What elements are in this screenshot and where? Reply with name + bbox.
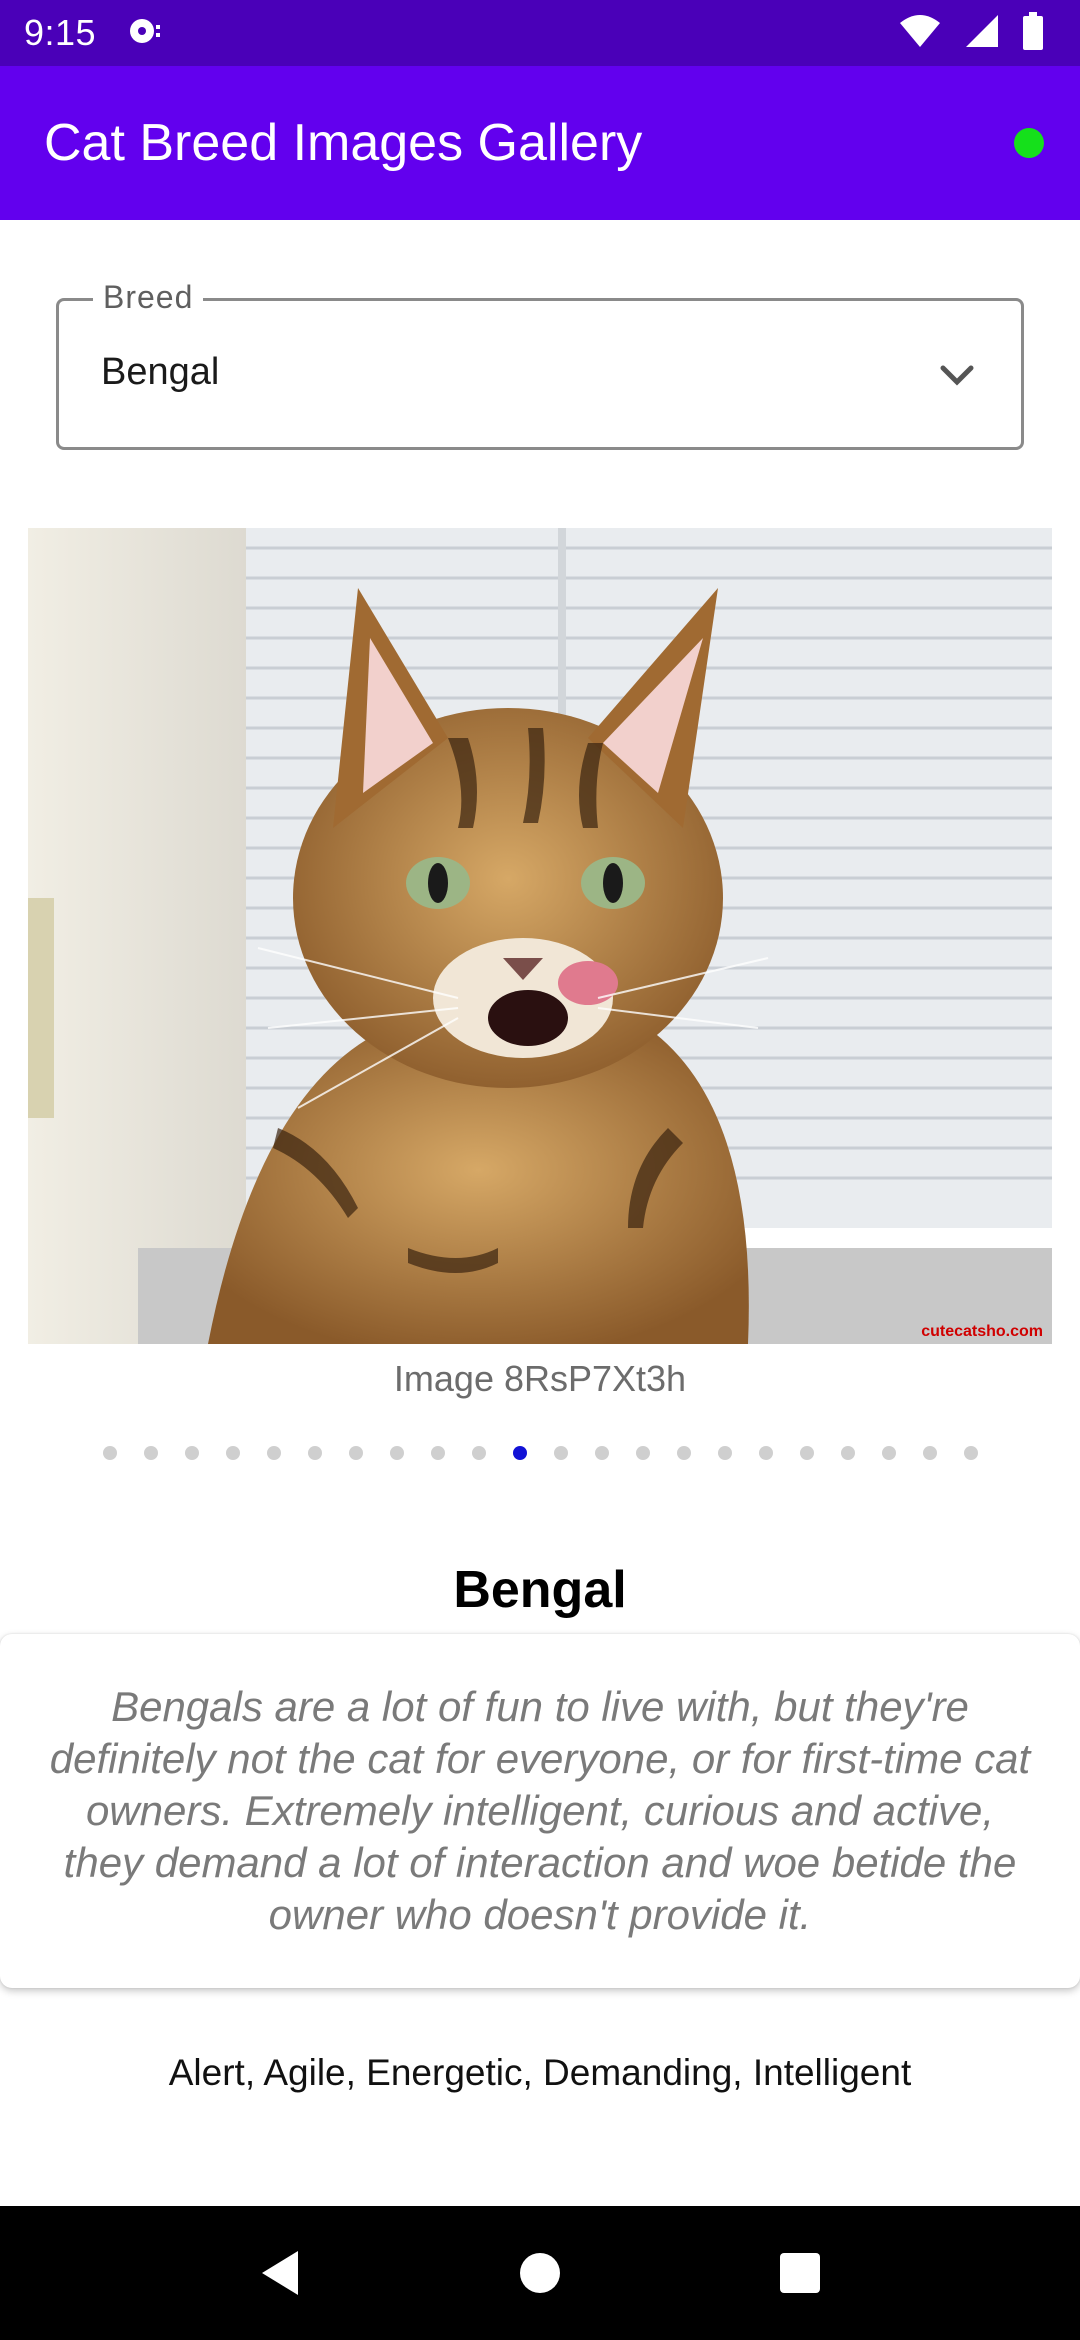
status-time: 9:15 [24, 12, 97, 53]
breed-dropdown[interactable]: Breed Bengal [56, 279, 1024, 450]
wifi-icon [898, 13, 942, 54]
breed-description: Bengals are a lot of fun to live with, b… [49, 1683, 1031, 1938]
pager-dot[interactable] [676, 1446, 691, 1460]
chevron-down-icon[interactable] [935, 353, 979, 397]
pager-dot[interactable] [389, 1446, 404, 1460]
status-bar: 9:15 [0, 0, 1080, 66]
cat-image[interactable]: cutecatsho.com [28, 528, 1052, 1344]
media-icon [124, 11, 164, 56]
system-nav-bar [0, 2206, 1080, 2340]
image-caption: Image 8RsP7Xt3h [393, 1358, 687, 1399]
image-pager[interactable] [0, 1446, 1080, 1460]
recents-icon[interactable] [760, 2233, 840, 2313]
breed-label: Breed [93, 279, 204, 316]
connection-status-indicator [1014, 128, 1044, 158]
pager-dot[interactable] [963, 1446, 978, 1460]
screen: 9:15 Cat Breed Images Gallery Breed Beng… [0, 0, 1080, 2340]
pager-dot[interactable] [799, 1446, 814, 1460]
pager-dot[interactable] [840, 1446, 855, 1460]
pager-dot[interactable] [307, 1446, 322, 1460]
cell-signal-icon [964, 13, 1000, 54]
pager-dot[interactable] [922, 1446, 937, 1460]
pager-dot[interactable] [758, 1446, 773, 1460]
battery-icon [1022, 11, 1044, 55]
breed-selected-value: Bengal [101, 351, 220, 393]
pager-dot[interactable] [594, 1446, 609, 1460]
breed-description-card: Bengals are a lot of fun to live with, b… [0, 1634, 1080, 1988]
app-bar: Cat Breed Images Gallery [0, 66, 1080, 220]
pager-dot[interactable] [471, 1446, 486, 1460]
pager-dot[interactable] [348, 1446, 363, 1460]
pager-dot[interactable] [553, 1446, 568, 1460]
pager-dot[interactable] [717, 1446, 732, 1460]
pager-dot[interactable] [184, 1446, 199, 1460]
pager-dot[interactable] [266, 1446, 281, 1460]
pager-dot-active[interactable] [512, 1446, 527, 1460]
image-watermark: cutecatsho.com [921, 1323, 1043, 1340]
pager-dot[interactable] [143, 1446, 158, 1460]
pager-dot[interactable] [881, 1446, 896, 1460]
home-icon[interactable] [500, 2233, 580, 2313]
back-icon[interactable] [240, 2233, 320, 2313]
breed-name-heading: Bengal [453, 1561, 627, 1619]
pager-dot[interactable] [430, 1446, 445, 1460]
breed-temperament: Alert, Agile, Energetic, Demanding, Inte… [168, 2052, 912, 2093]
app-title: Cat Breed Images Gallery [44, 114, 643, 172]
pager-dot[interactable] [225, 1446, 240, 1460]
pager-dot[interactable] [635, 1446, 650, 1460]
pager-dot[interactable] [102, 1446, 117, 1460]
